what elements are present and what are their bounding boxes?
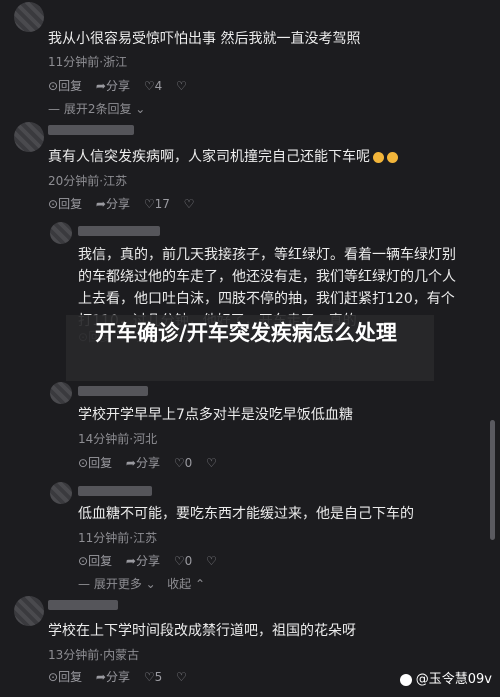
avatar[interactable] [14, 122, 44, 152]
dislike-icon[interactable]: ♡ [176, 670, 187, 684]
username-redacted [48, 125, 134, 135]
avatar[interactable] [14, 596, 44, 626]
comment-text: 学校在上下学时间段改成禁行道吧，祖国的花朵呀 [48, 623, 356, 639]
comment-actions: ⊙回复 ➦分享 ♡0 ♡ [78, 552, 227, 569]
dislike-icon[interactable]: ♡ [206, 554, 217, 568]
share-button[interactable]: ➦分享 [96, 79, 130, 93]
share-button[interactable]: ➦分享 [126, 456, 160, 470]
paw-icon [399, 673, 412, 686]
comment-meta: 11分钟前·浙江 [48, 55, 128, 69]
scrollbar[interactable] [490, 420, 495, 540]
emoji-icon [387, 151, 398, 163]
username-redacted [78, 486, 152, 496]
expand-more-button[interactable]: — 展开更多 ⌄ 收起 ⌃ [78, 575, 205, 592]
like-button[interactable]: ♡0 [174, 456, 192, 470]
comment-meta: 11分钟前·江苏 [78, 531, 158, 545]
comment-meta: 13分钟前·内蒙古 [48, 648, 140, 662]
comment-text: 学校开学早早上7点多对半是没吃早饭低血糖 [78, 407, 353, 423]
dislike-icon[interactable]: ♡ [176, 79, 187, 93]
comment-text-line: 上去看，他口吐白沫，四肢不停的抽，我们赶紧打120，有个 [78, 291, 455, 307]
username-redacted [78, 226, 160, 236]
comment-actions: ⊙回复 ➦分享 ♡5 ♡ [48, 668, 197, 685]
watermark: @玉令慧09v [399, 668, 492, 687]
like-button[interactable]: ♡5 [144, 670, 162, 684]
reply-button[interactable]: ⊙回复 [48, 79, 82, 93]
username-redacted [78, 386, 148, 396]
like-button[interactable]: ♡17 [144, 197, 170, 211]
avatar[interactable] [14, 2, 44, 32]
overlay-title: 开车确诊/开车突发疾病怎么处理 [95, 321, 397, 345]
emoji-icon [373, 151, 384, 163]
username-redacted [48, 600, 118, 610]
avatar[interactable] [50, 382, 72, 404]
like-button[interactable]: ♡0 [174, 554, 192, 568]
reply-button[interactable]: ⊙回复 [78, 456, 112, 470]
dislike-icon[interactable]: ♡ [206, 456, 217, 470]
expand-replies-button[interactable]: — 展开2条回复 ⌄ [48, 100, 145, 117]
comment-actions: ⊙回复 ➦分享 ♡17 ♡ [48, 195, 204, 212]
avatar[interactable] [50, 222, 72, 244]
comment-text: 我从小很容易受惊吓怕出事 然后我就一直没考驾照 [48, 31, 361, 47]
share-button[interactable]: ➦分享 [126, 554, 160, 568]
comment-meta: 20分钟前·江苏 [48, 174, 128, 188]
avatar[interactable] [50, 482, 72, 504]
dislike-icon[interactable]: ♡ [184, 197, 195, 211]
comment-actions: ⊙回复 ➦分享 ♡0 ♡ [78, 454, 227, 471]
comment-actions: ⊙回复 ➦分享 ♡4 ♡ [48, 77, 197, 94]
reply-button[interactable]: ⊙回复 [48, 197, 82, 211]
comment-meta: 14分钟前·河北 [78, 432, 158, 446]
like-button[interactable]: ♡4 [144, 79, 162, 93]
comment-text-line: 的车都绕过他的车走了，他还没有走，我们等红绿灯的几个人 [78, 269, 456, 285]
comment-text: 低血糖不可能，要吃东西才能缓过来，他是自己下车的 [78, 506, 414, 522]
share-button[interactable]: ➦分享 [96, 670, 130, 684]
reply-button[interactable]: ⊙回复 [48, 670, 82, 684]
reply-button[interactable]: ⊙回复 [78, 554, 112, 568]
share-button[interactable]: ➦分享 [96, 197, 130, 211]
comment-text: 真有人信突发疾病啊，人家司机撞完自己还能下车呢 [48, 146, 398, 168]
collapse-button[interactable]: 收起 [167, 577, 191, 591]
comment-text-line: 我信，真的，前几天我接孩子，等红绿灯。看着一辆车绿灯别 [78, 247, 456, 263]
